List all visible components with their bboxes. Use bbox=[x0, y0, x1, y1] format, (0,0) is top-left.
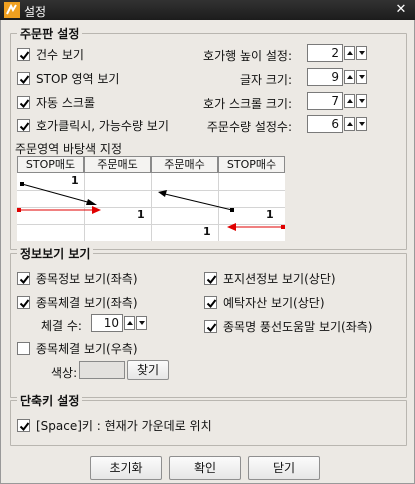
checkbox-box[interactable] bbox=[17, 419, 30, 432]
preview-number: 1 bbox=[137, 208, 145, 221]
title-bar: 설정 ✕ bbox=[0, 0, 415, 20]
checkbox-show-count[interactable]: 건수 보기 bbox=[17, 46, 84, 63]
checkbox-box[interactable] bbox=[17, 296, 30, 309]
checkbox-item-name-tooltip[interactable]: 종목명 풍선도움말 보기(좌측) bbox=[204, 318, 372, 335]
check-icon bbox=[19, 122, 30, 132]
checkbox-box[interactable] bbox=[17, 72, 30, 85]
checkbox-label: 자동 스크롤 bbox=[36, 96, 96, 110]
color-label: 색상: bbox=[51, 366, 78, 380]
checkbox-space-center[interactable]: [Space]키 : 현재가 가운데로 위치 bbox=[17, 417, 212, 434]
check-icon bbox=[19, 275, 30, 285]
spinner-down-icon[interactable] bbox=[136, 316, 147, 330]
checkbox-box[interactable] bbox=[204, 296, 217, 309]
checkbox-label: 건수 보기 bbox=[36, 48, 84, 62]
header-order-buy[interactable]: 주문매수 bbox=[151, 156, 218, 173]
close-button[interactable]: 닫기 bbox=[248, 456, 320, 480]
checkbox-label: [Space]키 : 현재가 가운데로 위치 bbox=[36, 419, 212, 433]
scroll-size-label: 호가 스크롤 크기: bbox=[203, 97, 292, 111]
spinner-down-icon[interactable] bbox=[356, 117, 367, 131]
bg-color-label: 주문영역 바탕색 지정 bbox=[15, 142, 122, 156]
checkbox-box[interactable] bbox=[17, 342, 30, 355]
spinner-up-icon[interactable] bbox=[344, 70, 355, 84]
header-stop-buy[interactable]: STOP매수 bbox=[218, 156, 285, 173]
checkbox-item-exec-right[interactable]: 종목체결 보기(우측) bbox=[17, 340, 138, 357]
check-icon bbox=[206, 299, 217, 309]
checkbox-label: 호가클릭시, 가능수량 보기 bbox=[36, 119, 169, 133]
row-height-label: 호가행 높이 설정: bbox=[203, 49, 292, 63]
spinner-down-icon[interactable] bbox=[356, 70, 367, 84]
spinner-value[interactable]: 9 bbox=[307, 68, 343, 86]
shortcut-panel-title: 단축키 설정 bbox=[17, 392, 83, 409]
checkbox-label: 종목체결 보기(우측) bbox=[36, 342, 138, 356]
app-logo-icon bbox=[4, 2, 20, 18]
order-panel-group: 주문판 설정 건수 보기 STOP 영역 보기 자동 스크롤 호가클릭시, 가능… bbox=[10, 25, 407, 250]
find-color-button[interactable]: 찾기 bbox=[127, 360, 169, 380]
checkbox-label: STOP 영역 보기 bbox=[36, 72, 120, 86]
checkbox-box[interactable] bbox=[17, 96, 30, 109]
spinner-up-icon[interactable] bbox=[124, 316, 135, 330]
checkbox-label: 예탁자산 보기(상단) bbox=[223, 296, 325, 310]
check-icon bbox=[206, 323, 217, 333]
spinner-value[interactable]: 2 bbox=[307, 44, 343, 62]
check-icon bbox=[206, 275, 217, 285]
check-icon bbox=[19, 75, 30, 85]
header-order-sell[interactable]: 주문매도 bbox=[84, 156, 151, 173]
checkbox-show-available-qty[interactable]: 호가클릭시, 가능수량 보기 bbox=[17, 117, 169, 134]
scroll-size-spinner[interactable]: 7 bbox=[307, 92, 367, 110]
checkbox-position-info-top[interactable]: 포지션정보 보기(상단) bbox=[204, 270, 336, 287]
header-stop-sell[interactable]: STOP매도 bbox=[17, 156, 84, 173]
checkbox-box[interactable] bbox=[204, 272, 217, 285]
checkbox-deposit-assets-top[interactable]: 예탁자산 보기(상단) bbox=[204, 294, 325, 311]
order-preview-grid bbox=[17, 173, 285, 241]
dialog-body: 주문판 설정 건수 보기 STOP 영역 보기 자동 스크롤 호가클릭시, 가능… bbox=[0, 20, 415, 484]
order-qty-spinner[interactable]: 6 bbox=[307, 115, 367, 133]
close-icon[interactable]: ✕ bbox=[393, 2, 409, 18]
info-panel-group: 정보보기 보기 종목정보 보기(좌측) 종목체결 보기(좌측) 체결 수: 10… bbox=[10, 245, 407, 398]
checkbox-label: 포지션정보 보기(상단) bbox=[223, 272, 336, 286]
row-height-spinner[interactable]: 2 bbox=[307, 44, 367, 62]
spinner-up-icon[interactable] bbox=[344, 117, 355, 131]
checkbox-item-info-left[interactable]: 종목정보 보기(좌측) bbox=[17, 270, 138, 287]
reset-button[interactable]: 초기화 bbox=[90, 456, 162, 480]
checkbox-item-exec-left[interactable]: 종목체결 보기(좌측) bbox=[17, 294, 138, 311]
shortcut-panel-group: 단축키 설정 [Space]키 : 현재가 가운데로 위치 bbox=[10, 392, 407, 446]
font-size-label: 글자 크기: bbox=[239, 73, 292, 87]
checkbox-box[interactable] bbox=[17, 272, 30, 285]
checkbox-label: 종목체결 보기(좌측) bbox=[36, 296, 138, 310]
checkbox-box[interactable] bbox=[17, 48, 30, 61]
checkbox-label: 종목정보 보기(좌측) bbox=[36, 272, 138, 286]
checkbox-label: 종목명 풍선도움말 보기(좌측) bbox=[223, 320, 373, 334]
exec-count-label: 체결 수: bbox=[41, 319, 82, 333]
checkbox-auto-scroll[interactable]: 자동 스크롤 bbox=[17, 94, 95, 111]
check-icon bbox=[19, 422, 30, 432]
order-qty-label: 주문수량 설정수: bbox=[206, 120, 292, 134]
color-swatch[interactable] bbox=[79, 361, 125, 379]
order-panel-title: 주문판 설정 bbox=[17, 25, 83, 42]
window-title: 설정 bbox=[24, 5, 47, 19]
spinner-down-icon[interactable] bbox=[356, 94, 367, 108]
spinner-value[interactable]: 7 bbox=[307, 92, 343, 110]
check-icon bbox=[19, 299, 30, 309]
info-panel-title: 정보보기 보기 bbox=[17, 245, 94, 262]
spinner-value[interactable]: 10 bbox=[91, 314, 123, 332]
check-icon bbox=[19, 99, 30, 109]
preview-number: 1 bbox=[203, 225, 211, 238]
font-size-spinner[interactable]: 9 bbox=[307, 68, 367, 86]
spinner-down-icon[interactable] bbox=[356, 46, 367, 60]
spinner-up-icon[interactable] bbox=[344, 46, 355, 60]
checkbox-stop-area[interactable]: STOP 영역 보기 bbox=[17, 70, 119, 87]
preview-number: 1 bbox=[266, 208, 274, 221]
preview-number: 1 bbox=[71, 174, 79, 187]
exec-count-spinner[interactable]: 10 bbox=[91, 314, 147, 332]
spinner-value[interactable]: 6 bbox=[307, 115, 343, 133]
ok-button[interactable]: 확인 bbox=[169, 456, 241, 480]
spinner-up-icon[interactable] bbox=[344, 94, 355, 108]
check-icon bbox=[19, 51, 30, 61]
checkbox-box[interactable] bbox=[204, 320, 217, 333]
checkbox-box[interactable] bbox=[17, 119, 30, 132]
